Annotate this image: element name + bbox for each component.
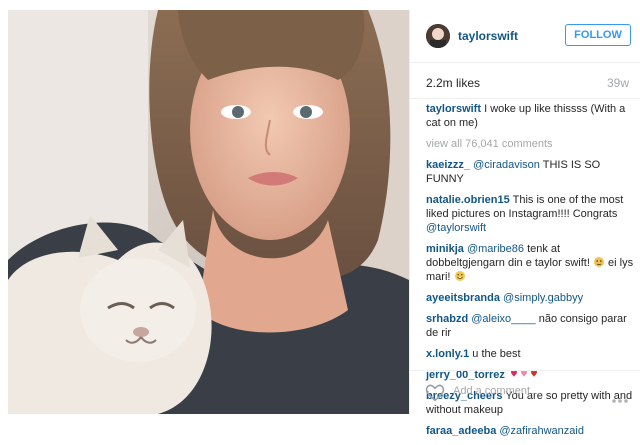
comment-mention[interactable]: @taylorswift (426, 222, 486, 234)
comment-mention[interactable]: @maribe86 (467, 243, 524, 255)
list-item: srhabzd @aleixo____ não consigo parar de… (426, 312, 634, 340)
comment-username[interactable]: srhabzd (426, 313, 468, 325)
view-all-comments-link[interactable]: view all 76,041 comments (426, 137, 634, 151)
comment-mention[interactable]: @ciradavison (473, 159, 540, 171)
comment-username[interactable]: faraa_adeeba (426, 425, 496, 437)
list-item: x.lonly.1 u the best (426, 347, 634, 361)
comment-username[interactable]: kaeizzz_ (426, 159, 470, 171)
follow-button[interactable]: FOLLOW (565, 24, 631, 46)
cat-emoji-icon (593, 256, 605, 268)
likes-count[interactable]: 2.2m likes (426, 76, 480, 90)
comment-username[interactable]: natalie.obrien15 (426, 194, 510, 206)
list-item: kaeizzz_ @ciradavison THIS IS SO FUNNY (426, 158, 634, 186)
post-header: taylorswift FOLLOW (410, 10, 640, 63)
caption-username[interactable]: taylorswift (426, 103, 481, 115)
comment-footer: Add a comment… (410, 370, 640, 415)
selfie-with-cat-image (8, 10, 409, 414)
comment-text: u the best (472, 348, 521, 360)
caption: taylorswift I woke up like thissss (With… (426, 102, 634, 130)
list-item: natalie.obrien15 This is one of the most… (426, 193, 634, 235)
comment-mention[interactable]: @aleixo____ (471, 313, 535, 325)
list-item: faraa_adeeba @zafirahwanzaid (426, 424, 634, 438)
more-options-icon[interactable] (611, 391, 629, 403)
instagram-post: taylorswift FOLLOW 2.2m likes 39w taylor… (0, 0, 640, 437)
comment-username[interactable]: x.lonly.1 (426, 348, 469, 360)
list-item: ayeeitsbranda @simply.gabbyy (426, 291, 634, 305)
list-item: minikja @maribe86 tenk at dobbeltgjengar… (426, 242, 634, 284)
post-stats: 2.2m likes 39w (410, 62, 640, 99)
avatar-image (426, 24, 450, 48)
post-photo[interactable] (8, 10, 409, 414)
comment-mention[interactable]: @simply.gabbyy (503, 292, 583, 304)
add-comment-input[interactable]: Add a comment… (453, 385, 541, 397)
post-age[interactable]: 39w (607, 76, 629, 90)
like-heart-icon[interactable] (424, 381, 446, 403)
comment-mention[interactable]: @zafirahwanzaid (499, 425, 584, 437)
post-username[interactable]: taylorswift (458, 29, 518, 43)
avatar[interactable] (426, 24, 450, 48)
comment-username[interactable]: minikja (426, 243, 464, 255)
post-details-panel: taylorswift FOLLOW 2.2m likes 39w taylor… (409, 10, 640, 437)
grin-emoji-icon (454, 270, 466, 282)
comment-username[interactable]: ayeeitsbranda (426, 292, 500, 304)
